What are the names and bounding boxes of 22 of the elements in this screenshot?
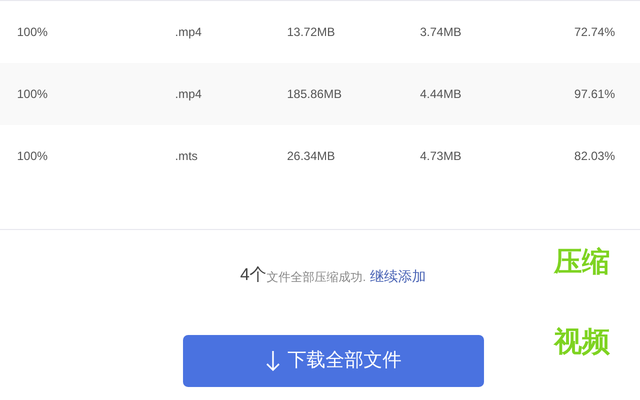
table-cell: .mp4 <box>175 25 202 39</box>
table-cell: 100% <box>17 25 48 39</box>
table-cell: .mts <box>175 149 198 163</box>
table-cell: 97.61% <box>574 87 615 101</box>
table-cell: 185.86MB <box>287 87 342 101</box>
table-cell: 4.44MB <box>420 87 462 101</box>
table-cell: 3.74MB <box>420 25 462 39</box>
status-message: 文件全部压缩成功. <box>266 271 366 283</box>
caption-text: 视频 <box>554 328 610 356</box>
table-cell: 13.72MB <box>287 25 336 39</box>
table-cell: .mp4 <box>175 87 202 101</box>
caption-text: 压缩 <box>554 248 610 276</box>
add-more-link[interactable]: 继续添加 <box>370 269 426 283</box>
table-cell: 4.73MB <box>420 149 462 163</box>
table-cell: 100% <box>17 149 48 163</box>
download-button[interactable]: 下载全部文件 <box>183 335 484 387</box>
table-cell: 72.74% <box>574 25 615 39</box>
table-cell: 100% <box>17 87 48 101</box>
download-icon <box>266 350 280 372</box>
table-cell: 82.03% <box>574 149 615 163</box>
table-cell: 26.34MB <box>287 149 336 163</box>
file-count: 4个 <box>240 266 267 283</box>
